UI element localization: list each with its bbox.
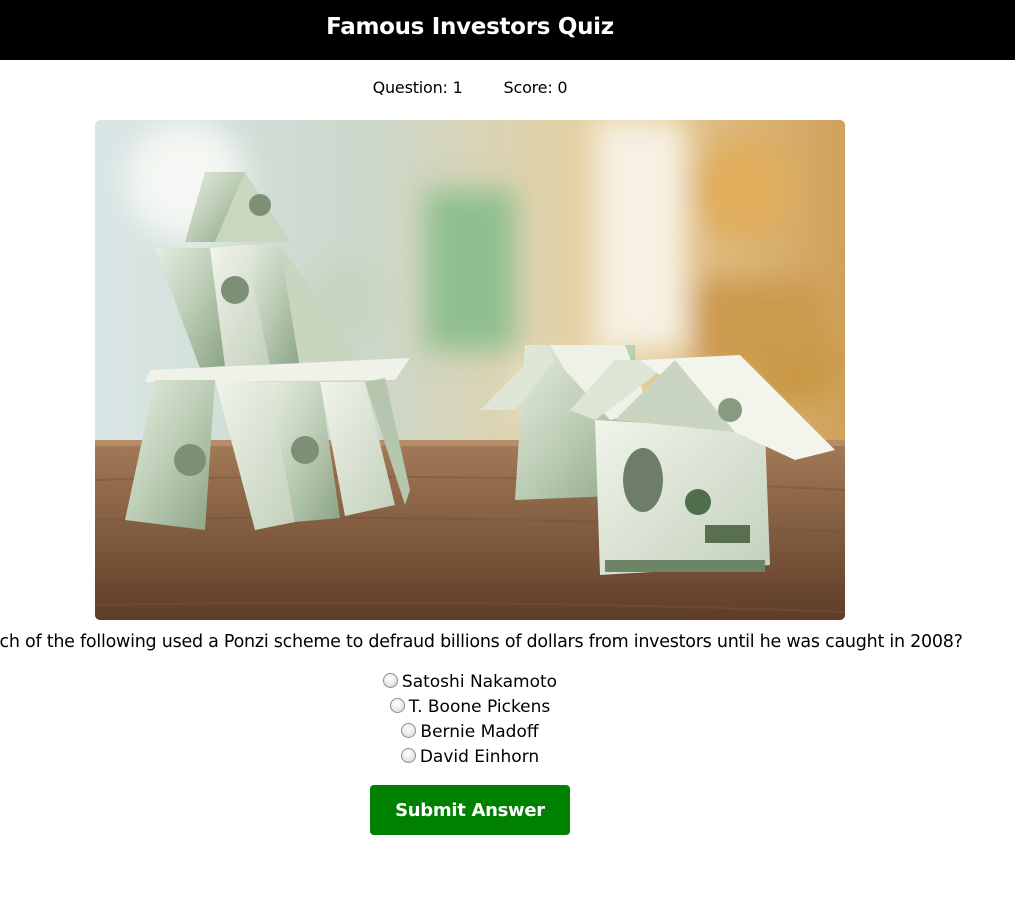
question-prompt: Which of the following used a Ponzi sche… [0,632,963,652]
score-label: Score: [503,78,553,97]
quiz-status: Question: 1 Score: 0 [0,78,940,97]
answer-label: Satoshi Nakamoto [401,672,558,692]
score-counter: Score: 0 [504,78,568,97]
question-counter: Question: 1 [373,78,463,97]
money-houses-illustration [95,120,845,620]
answer-option[interactable]: Bernie Madoff [0,720,940,745]
answer-label: Bernie Madoff [420,722,539,742]
question-text: Which of the following used a Ponzi sche… [0,632,1015,652]
answer-label: David Einhorn [419,747,540,767]
score-value: 0 [557,78,568,97]
radio-button[interactable] [389,698,405,713]
answer-options: Satoshi Nakamoto T. Boone Pickens Bernie… [0,670,940,770]
header-bar: Famous Investors Quiz [0,0,1015,60]
question-counter-label: Question: [372,78,448,97]
quiz-title: Famous Investors Quiz [326,14,614,40]
radio-button[interactable] [382,673,398,688]
quiz-image [95,120,845,620]
radio-button[interactable] [401,723,417,738]
question-number: 1 [452,78,463,97]
submit-answer-button[interactable]: Submit Answer [370,785,570,835]
answer-option[interactable]: Satoshi Nakamoto [0,670,940,695]
radio-button[interactable] [400,748,416,763]
answer-label: T. Boone Pickens [408,697,551,717]
answer-option[interactable]: T. Boone Pickens [0,695,940,720]
answer-option[interactable]: David Einhorn [0,745,940,770]
